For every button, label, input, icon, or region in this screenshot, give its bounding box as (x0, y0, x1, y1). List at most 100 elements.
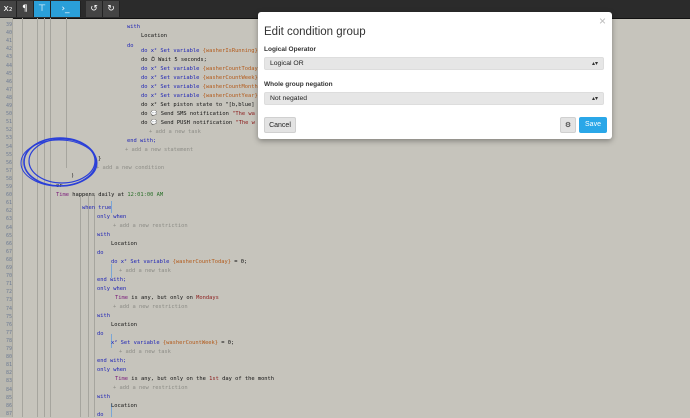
group-negation-label: Whole group negation (264, 81, 333, 88)
code-statement: do ⅹ² Set variable {washerIsRunning} (141, 48, 258, 54)
add-task-link[interactable]: + add a new task (149, 129, 201, 135)
dialog-title: Edit condition group (264, 26, 366, 38)
line-number: 61 (5, 200, 12, 207)
restriction-bracket (111, 264, 112, 278)
line-number: 46 (5, 78, 12, 85)
caret-updown-icon: ▴▾ (591, 96, 598, 102)
code-with: with (97, 313, 110, 319)
add-restriction-link[interactable]: + add a new restriction (113, 223, 188, 229)
line-number: 86 (5, 402, 12, 409)
code-only-when: only when (97, 214, 127, 220)
code-location: Location (141, 33, 167, 39)
line-number: 81 (5, 362, 12, 369)
code-only-when: only when (97, 367, 127, 373)
code-trigger: Time happens daily at 12:01:00 AM (56, 192, 164, 198)
cancel-button[interactable]: Cancel (264, 117, 296, 133)
add-task-link[interactable]: + add a new task (119, 268, 171, 274)
code-location: Location (111, 403, 137, 409)
line-number: 49 (5, 103, 12, 109)
line-number: 47 (5, 86, 12, 93)
line-number: 69 (5, 265, 12, 271)
line-number: 78 (5, 337, 12, 344)
code-statement: do ⅹ² Set variable {washerCountMonth} (141, 84, 262, 90)
add-statement-link[interactable]: + add a new statement (125, 147, 193, 153)
indent-guide (80, 195, 81, 417)
edit-condition-group-dialog: × Edit condition group Logical Operator … (258, 12, 612, 139)
code-end-with: end with; (127, 138, 157, 144)
code-statement: ⅹ² Set variable {washerCountWeek} = 0; (111, 340, 235, 346)
code-when-true: when true (82, 205, 112, 211)
line-number: 41 (5, 38, 12, 45)
close-icon[interactable]: × (599, 14, 606, 28)
add-task-link[interactable]: + add a new task (119, 349, 171, 355)
indent-guide (50, 18, 51, 417)
code-statement: do 💬 Send PUSH notification "The w (141, 120, 255, 126)
line-number: 66 (5, 240, 12, 247)
code-statement: do ⅹ² Set piston state to "[b,blue] (141, 102, 255, 108)
line-number: 77 (5, 329, 12, 336)
gear-icon[interactable]: ⚙ (560, 117, 576, 133)
logical-operator-select[interactable]: Logical OR ▴▾ (264, 57, 604, 70)
code-statement: do ⅹ² Set variable {washerCountWeek} (141, 75, 258, 81)
line-number: 62 (5, 208, 12, 215)
line-number: 68 (5, 256, 12, 263)
caret-updown-icon: ▴▾ (591, 61, 598, 67)
code-statement: do ⏱ Wait 5 seconds; (141, 57, 207, 63)
line-number: 63 (5, 216, 12, 223)
line-number: 52 (5, 127, 12, 134)
logical-operator-value: Logical OR (270, 60, 304, 67)
indent-guide (22, 18, 23, 417)
line-number: 55 (5, 151, 12, 158)
line-number: 58 (5, 175, 12, 182)
line-number: 44 (5, 62, 12, 69)
redo-button[interactable]: ↻ (103, 1, 120, 17)
line-number: 72 (5, 289, 12, 296)
line-number: 54 (5, 143, 12, 150)
line-number: 80 (5, 354, 12, 361)
add-restriction-link[interactable]: + add a new restriction (113, 304, 188, 310)
indent-guide (37, 18, 38, 417)
line-number: 40 (5, 30, 12, 37)
format-button[interactable]: ⊤ (34, 1, 51, 17)
line-number: 60 (5, 192, 12, 199)
circle-annotation (20, 137, 98, 187)
line-number: 79 (5, 346, 12, 352)
console-button[interactable]: ›_ (51, 1, 81, 17)
indent-guide (88, 195, 89, 417)
line-number: 57 (5, 167, 12, 174)
code-with: with (97, 232, 110, 238)
line-number: 74 (5, 305, 12, 312)
code-do: do (97, 250, 104, 256)
code-statement: do 💬 Send SMS notification "The wa (141, 111, 255, 117)
line-number: 65 (5, 232, 12, 239)
code-do: do (97, 331, 104, 337)
code-end-with: end with; (97, 277, 127, 283)
code-location: Location (111, 241, 137, 247)
line-number: 73 (5, 297, 12, 304)
line-number: 53 (5, 135, 12, 142)
line-number: 87 (5, 410, 12, 417)
line-number: 84 (5, 386, 12, 393)
line-number: 64 (5, 224, 12, 231)
group-negation-value: Not negated (270, 95, 308, 102)
line-number: 70 (5, 273, 12, 280)
line-number: 75 (5, 313, 12, 320)
undo-button[interactable]: ↺ (86, 1, 103, 17)
line-gutter: 39 40 41 42 43 44 45 46 47 48 49 50 51 52 53 54 55 56 57 58… (0, 18, 13, 417)
line-number: 50 (5, 111, 12, 118)
save-button[interactable]: Save (579, 117, 607, 133)
logical-operator-label: Logical Operator (264, 46, 317, 53)
line-number: 76 (5, 321, 12, 328)
line-number: 42 (5, 46, 12, 53)
pilcrow-button[interactable]: ¶ (17, 1, 34, 17)
code-restriction: Time is any, but only on the 1st day of … (115, 376, 275, 382)
indent-guide (94, 195, 95, 417)
code-end-with: end with; (97, 358, 127, 364)
group-negation-select[interactable]: Not negated ▴▾ (264, 92, 604, 105)
line-number: 56 (5, 159, 12, 166)
add-restriction-link[interactable]: + add a new restriction (113, 385, 188, 391)
subscript-button[interactable]: x₂ (0, 1, 17, 17)
indent-guide (44, 18, 45, 417)
code-do: do (127, 43, 134, 49)
code-only-when: only when (97, 286, 127, 292)
